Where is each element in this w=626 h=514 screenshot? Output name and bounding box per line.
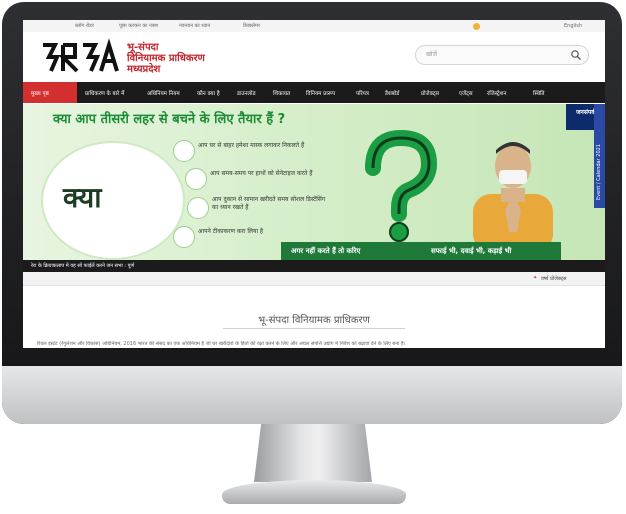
- event-calendar-tab[interactable]: Event / Calendar 2021: [594, 104, 605, 208]
- nav-item-home[interactable]: मुख्य पृष्ठ: [23, 82, 77, 103]
- star-icon: ✦: [533, 275, 538, 281]
- nav-item-download[interactable]: डाउनलोड: [237, 89, 256, 97]
- banner-strip: अगर नहीं करते हैं तो करिए सफाई भी, दवाई …: [281, 242, 561, 262]
- nav-item-whoswho[interactable]: कौन क्या है: [197, 89, 220, 97]
- hero-banner[interactable]: क्या आप तीसरी लहर से बचने के लिए तैयार ह…: [23, 104, 605, 269]
- org-name-line3: मध्यप्रदेश: [127, 64, 161, 75]
- nav-item-dashboard[interactable]: डैशबोर्ड: [385, 89, 399, 97]
- section-heading: भू-संपदा विनियामक प्राधिकरण: [258, 315, 370, 326]
- monitor-chin: [2, 366, 622, 424]
- org-name-line1: भू-संपदा: [127, 42, 159, 53]
- news-link[interactable]: वर्ष्य प्रोजेक्ट्स: [541, 276, 567, 282]
- distancing-icon: [187, 197, 209, 219]
- banner-item-3: आप दुकान से सामान खरीदते समय सोशल डिस्टे…: [212, 196, 326, 211]
- theme-toggle-icon[interactable]: [473, 23, 480, 30]
- nav-item-home-label: मुख्य पृष्ठ: [31, 91, 49, 97]
- banner-strip-right: सफाई भी, दवाई भी, कड़ाई भी: [431, 247, 512, 255]
- nav-item-status[interactable]: स्थिति: [533, 89, 545, 97]
- nav-item-registration[interactable]: रजिस्ट्रेशन: [487, 89, 506, 97]
- search-input[interactable]: खोजें: [426, 50, 437, 58]
- main-nav: मुख्य पृष्ठ प्राधिकरण के बारे में अधिनिय…: [23, 82, 605, 103]
- nav-item-about[interactable]: प्राधिकरण के बारे में: [85, 89, 124, 97]
- intro-paragraph: रियल इस्टेट (रेगुलेशन और विकास) अधिनियम,…: [37, 341, 406, 347]
- rera-logo-icon[interactable]: [39, 37, 119, 77]
- org-name-line2: विनियामक प्राधिकरण: [127, 53, 205, 64]
- mask-icon: [173, 140, 195, 162]
- question-mark-icon: [365, 129, 438, 242]
- nav-item-regulation[interactable]: विनियम प्रारूप: [306, 89, 335, 97]
- search-box[interactable]: खोजें: [415, 45, 589, 65]
- monitor-stand-base: [222, 480, 406, 504]
- section-divider: [223, 328, 405, 329]
- banner-strip-left: अगर नहीं करते हैं तो करिए: [291, 247, 361, 255]
- vaccine-icon: [173, 226, 195, 248]
- news-bar: ✦ वर्ष्य प्रोजेक्ट्स: [23, 272, 605, 286]
- ticker-text[interactable]: रेरा के क्रियाकलाप में यह सो फाईलें करने…: [31, 263, 134, 269]
- banner-kya-text: क्या: [63, 181, 102, 214]
- org-name: भू-संपदा विनियामक प्राधिकरण मध्यप्रदेश: [127, 42, 205, 75]
- site-header: भू-संपदा विनियामक प्राधिकरण मध्यप्रदेश ख…: [23, 32, 605, 82]
- top-link-4[interactable]: डिस्क्लेमर: [243, 23, 260, 29]
- nav-item-complaint[interactable]: शिकायत: [273, 89, 290, 97]
- top-link-1[interactable]: ब्लॉग रोडर: [75, 23, 94, 29]
- person-illustration: [473, 142, 553, 252]
- nav-item-projects[interactable]: प्रोजेक्ट्स: [421, 89, 439, 97]
- language-link[interactable]: English: [564, 23, 582, 29]
- sanitizer-icon: [185, 168, 207, 190]
- news-ticker: रेरा के क्रियाकलाप में यह सो फाईलें करने…: [23, 260, 605, 272]
- event-calendar-tab-label: Event / Calendar 2021: [596, 144, 602, 200]
- banner-item-1: आप घर से बाहर हमेशा मास्क लगाकर निकलते ह…: [198, 142, 305, 149]
- top-link-2[interactable]: पूछा करकन का नक्श: [119, 23, 158, 29]
- monitor-stand-neck: [254, 424, 372, 482]
- nav-item-agents[interactable]: एजेंट्स: [459, 89, 473, 97]
- banner-item-2: आप समय-समय पर हाथों को सेनेटाइज करते हैं: [210, 170, 313, 177]
- nav-item-circular[interactable]: परिपत्र: [356, 89, 369, 97]
- search-icon[interactable]: [570, 49, 582, 61]
- nav-item-act[interactable]: अधिनियम नियम: [147, 89, 180, 97]
- top-link-3[interactable]: नवनयन का ध्यान: [179, 23, 210, 29]
- banner-title: क्या आप तीसरी लहर से बचने के लिए तैयार ह…: [53, 112, 286, 127]
- website-screen: ब्लॉग रोडर पूछा करकन का नक्श नवनयन का ध्…: [23, 20, 605, 348]
- banner-item-4: आपने टीकाकरण करा लिया है: [198, 228, 264, 235]
